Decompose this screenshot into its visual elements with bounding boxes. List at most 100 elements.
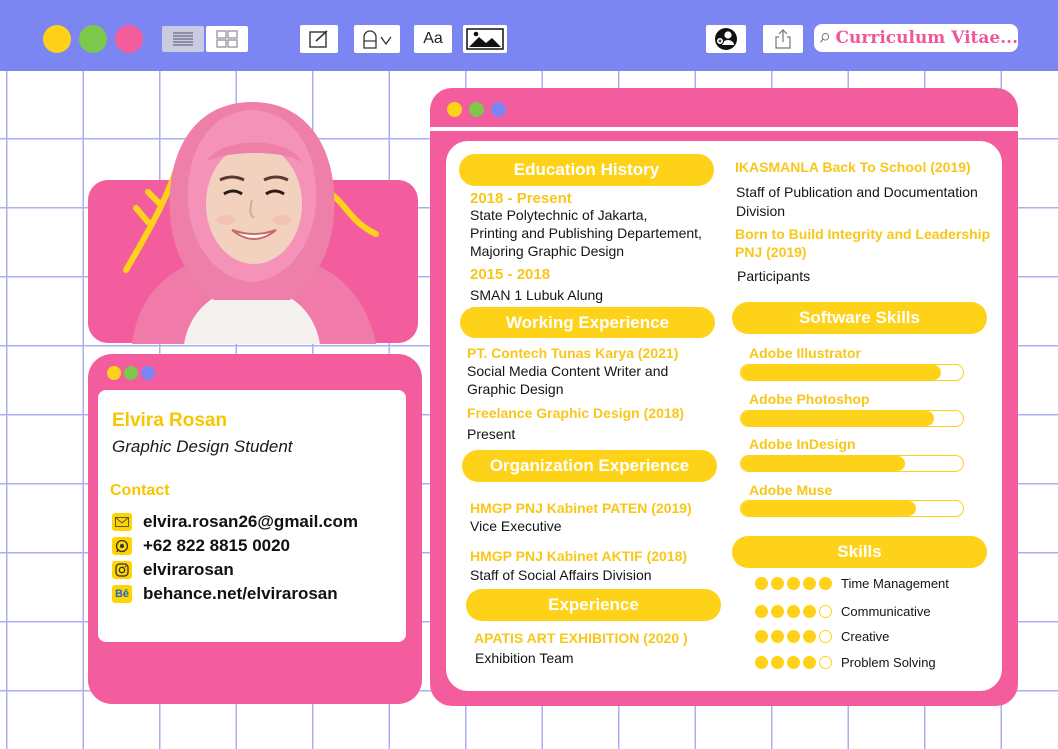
main-card-divider — [430, 127, 1018, 131]
rating-dot-filled — [771, 577, 784, 590]
event-title: PNJ (2019) — [735, 244, 807, 260]
software-level-bar — [740, 364, 964, 381]
software-level-bar — [740, 455, 964, 472]
skill-row: Problem Solving — [755, 655, 936, 670]
event-line: Participants — [737, 268, 811, 284]
search-query: Curriculum Vitae... — [835, 28, 1018, 48]
users-icon[interactable] — [706, 25, 746, 53]
rating-dot-filled — [755, 605, 768, 618]
profile-photo — [114, 96, 390, 344]
card-dot-yellow — [107, 366, 121, 380]
skill-name: Communicative — [841, 604, 931, 619]
behance-icon: Bē — [112, 585, 132, 603]
window-dot-pink[interactable] — [115, 25, 143, 53]
profile-name: Elvira Rosan — [112, 410, 228, 431]
education-heading: Education History — [459, 154, 714, 186]
card-dot-purple — [141, 366, 155, 380]
rating-dot-filled — [771, 630, 784, 643]
education-line: SMAN 1 Lubuk Alung — [470, 287, 604, 303]
image-icon[interactable] — [463, 25, 507, 53]
rating-dot-filled — [803, 577, 816, 590]
rating-dot-empty — [819, 656, 832, 669]
whatsapp-icon — [112, 537, 132, 555]
rating-dot-filled — [787, 656, 800, 669]
main-dot-purple — [491, 102, 506, 117]
contact-heading: Contact — [110, 482, 170, 499]
software-level-bar — [740, 410, 964, 427]
rating-dot-empty — [819, 605, 832, 618]
software-level-bar — [740, 500, 964, 517]
software-name: Adobe Illustrator — [749, 345, 862, 361]
experience-heading: Experience — [466, 589, 721, 621]
rating-dot-filled — [771, 605, 784, 618]
event-line: Staff of Publication and Documentation — [736, 184, 978, 200]
instagram-icon — [112, 561, 132, 579]
rating-dot-empty — [819, 630, 832, 643]
edit-icon[interactable] — [300, 25, 338, 53]
event-title: Born to Build Integrity and Leadership — [735, 226, 991, 242]
education-line: Majoring Graphic Design — [470, 243, 625, 259]
contact-email-value: elvira.rosan26@gmail.com — [143, 512, 359, 531]
share-icon[interactable] — [763, 25, 803, 53]
contact-behance-value: behance.net/elvirarosan — [143, 584, 338, 603]
contact-instagram[interactable]: elvirarosan — [112, 560, 234, 580]
event-title: IKASMANLA Back To School (2019) — [735, 159, 971, 175]
software-name: Adobe Photoshop — [749, 391, 870, 407]
rating-dot-filled — [787, 630, 800, 643]
top-toolbar: Aa Curriculum Vitae... — [0, 0, 1058, 71]
rating-dot-filled — [803, 605, 816, 618]
skills-heading: Skills — [732, 536, 987, 568]
work-heading: Working Experience — [460, 307, 715, 338]
search-bar[interactable]: Curriculum Vitae... — [814, 24, 1018, 52]
skill-row: Time Management — [755, 576, 949, 591]
software-level-fill — [741, 456, 906, 471]
skill-name: Creative — [841, 629, 890, 644]
search-icon — [820, 33, 830, 43]
education-period: 2018 - Present — [470, 190, 572, 207]
education-line: Printing and Publishing Departement, — [470, 225, 702, 241]
main-dot-green — [469, 102, 484, 117]
card-dot-green — [124, 366, 138, 380]
rating-dot-filled — [803, 656, 816, 669]
font-icon[interactable]: Aa — [414, 25, 452, 53]
organization-line: Vice Executive — [470, 518, 562, 534]
experience-line: Exhibition Team — [475, 650, 574, 666]
contact-email[interactable]: elvira.rosan26@gmail.com — [112, 512, 358, 532]
work-line: Present — [467, 426, 516, 442]
rating-dot-filled — [803, 630, 816, 643]
work-title: Freelance Graphic Design (2018) — [467, 405, 685, 421]
list-view-icon[interactable] — [162, 26, 204, 52]
skill-name: Problem Solving — [841, 655, 936, 670]
rating-dot-filled — [755, 656, 768, 669]
education-line: State Polytechnic of Jakarta, — [470, 207, 648, 223]
shape-icon[interactable] — [354, 25, 400, 53]
experience-title: APATIS ART EXHIBITION (2020 ) — [474, 630, 688, 646]
skill-row: Communicative — [755, 604, 931, 619]
skill-row: Creative — [755, 629, 889, 644]
rating-dot-filled — [819, 577, 832, 590]
event-line: Division — [736, 203, 786, 219]
window-dot-green[interactable] — [79, 25, 107, 53]
contact-behance[interactable]: Bē behance.net/elvirarosan — [112, 584, 338, 604]
grid-view-icon[interactable] — [206, 26, 248, 52]
skill-name: Time Management — [841, 576, 949, 591]
contact-instagram-value: elvirarosan — [143, 560, 234, 579]
rating-dot-filled — [787, 577, 800, 590]
font-icon-label: Aa — [423, 30, 443, 47]
window-dot-yellow[interactable] — [43, 25, 71, 53]
organization-heading: Organization Experience — [462, 450, 717, 482]
contact-phone-value: +62 822 8815 0020 — [143, 536, 291, 555]
software-name: Adobe Muse — [749, 482, 833, 498]
work-title: PT. Contech Tunas Karya (2021) — [467, 345, 679, 361]
software-level-fill — [741, 411, 935, 426]
profile-role: Graphic Design Student — [112, 437, 293, 456]
work-line: Graphic Design — [467, 381, 564, 397]
software-heading: Software Skills — [732, 302, 987, 334]
rating-dot-filled — [755, 630, 768, 643]
rating-dot-filled — [787, 605, 800, 618]
contact-phone[interactable]: +62 822 8815 0020 — [112, 536, 290, 556]
email-icon — [112, 513, 132, 531]
software-name: Adobe InDesign — [749, 436, 856, 452]
organization-line: Staff of Social Affairs Division — [470, 567, 652, 583]
work-line: Social Media Content Writer and — [467, 363, 669, 379]
